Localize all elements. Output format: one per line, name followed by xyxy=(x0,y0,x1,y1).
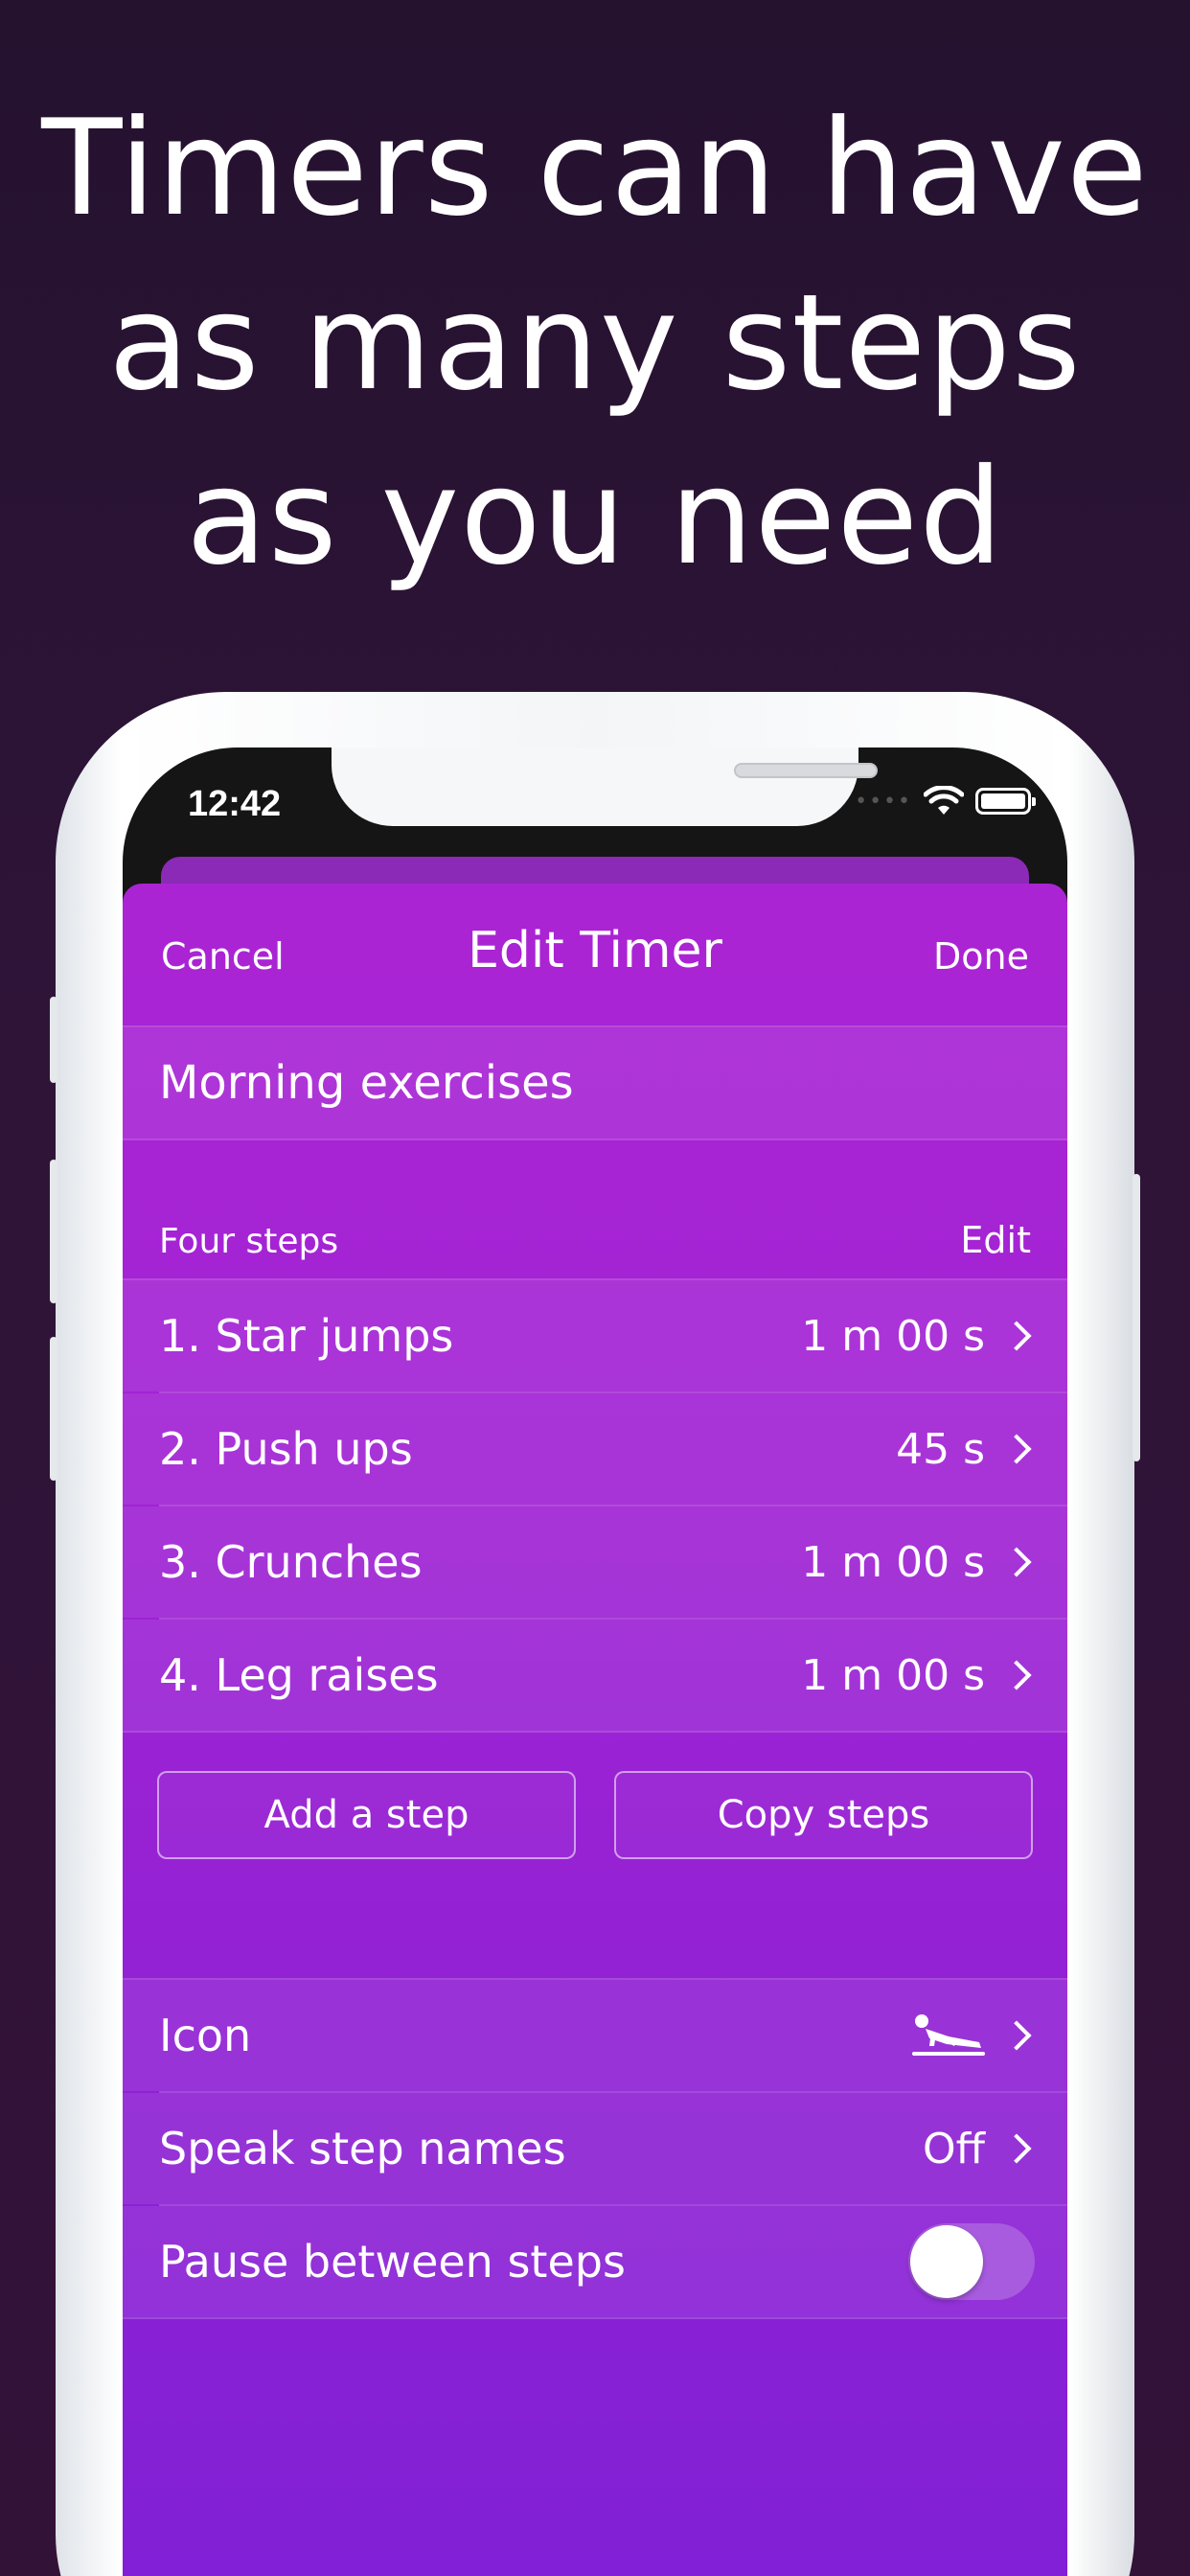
pause-between-steps-row: Pause between steps xyxy=(123,2206,1067,2317)
status-icons: •••• xyxy=(855,786,1036,816)
chevron-right-icon xyxy=(1001,1547,1032,1577)
toggle-knob xyxy=(910,2225,983,2298)
edit-timer-sheet: Cancel Edit Timer Done Morning exercises… xyxy=(123,884,1067,2576)
step-duration: 45 s xyxy=(896,1424,985,1474)
phone-screen: 12:42 •••• Cancel Edit Timer Done Mornin… xyxy=(123,748,1067,2576)
speak-step-names-row[interactable]: Speak step names Off xyxy=(123,2093,1067,2204)
phone-silent-switch xyxy=(50,997,57,1083)
step-actions: Add a step Copy steps xyxy=(123,1733,1067,1978)
headline: Timers can have as many steps as you nee… xyxy=(0,81,1190,605)
speak-step-names-value: Off xyxy=(923,2124,985,2174)
steps-section-header: Four steps Edit xyxy=(123,1140,1067,1278)
edit-steps-button[interactable]: Edit xyxy=(960,1219,1031,1261)
step-duration: 1 m 00 s xyxy=(801,1311,985,1361)
step-duration: 1 m 00 s xyxy=(801,1650,985,1700)
step-label: 4. Leg raises xyxy=(159,1649,439,1701)
icon-setting-label: Icon xyxy=(159,2010,252,2061)
status-time: 12:42 xyxy=(188,784,282,824)
step-row[interactable]: 3. Crunches 1 m 00 s xyxy=(123,1506,1067,1618)
icon-setting-row[interactable]: Icon xyxy=(123,1980,1067,2091)
speaker-grille xyxy=(734,763,878,778)
chevron-right-icon xyxy=(1001,1321,1032,1351)
push-up-icon xyxy=(912,2014,985,2056)
battery-icon xyxy=(975,788,1036,815)
nav-bar: Cancel Edit Timer Done xyxy=(123,884,1067,1025)
headline-line-1: Timers can have xyxy=(41,91,1149,245)
timer-name-value: Morning exercises xyxy=(159,1056,574,1110)
chevron-right-icon xyxy=(1001,1434,1032,1464)
step-row[interactable]: 1. Star jumps 1 m 00 s xyxy=(123,1280,1067,1392)
page-title: Edit Timer xyxy=(468,922,722,979)
phone-volume-down xyxy=(50,1337,57,1481)
copy-steps-button[interactable]: Copy steps xyxy=(614,1771,1033,1859)
wifi-icon xyxy=(924,786,964,815)
timer-name-field[interactable]: Morning exercises xyxy=(123,1027,1067,1138)
signal-icon: •••• xyxy=(855,789,912,814)
step-row[interactable]: 4. Leg raises 1 m 00 s xyxy=(123,1620,1067,1731)
done-button[interactable]: Done xyxy=(933,935,1029,978)
phone-volume-up xyxy=(50,1160,57,1303)
speak-step-names-label: Speak step names xyxy=(159,2123,566,2174)
steps-section-title: Four steps xyxy=(159,1222,339,1261)
pause-between-steps-toggle[interactable] xyxy=(908,2223,1035,2300)
chevron-right-icon xyxy=(1001,2133,1032,2164)
headline-line-3: as you need xyxy=(186,440,1004,594)
step-row[interactable]: 2. Push ups 45 s xyxy=(123,1393,1067,1505)
add-step-button[interactable]: Add a step xyxy=(157,1771,576,1859)
step-label: 3. Crunches xyxy=(159,1536,423,1588)
step-label: 2. Push ups xyxy=(159,1423,413,1475)
headline-line-2: as many steps xyxy=(108,265,1082,420)
chevron-right-icon xyxy=(1001,2020,1032,2051)
chevron-right-icon xyxy=(1001,1660,1032,1690)
step-label: 1. Star jumps xyxy=(159,1310,454,1362)
divider xyxy=(123,2317,1067,2319)
pause-between-steps-label: Pause between steps xyxy=(159,2236,626,2288)
step-duration: 1 m 00 s xyxy=(801,1537,985,1587)
notch xyxy=(332,748,878,826)
phone-power-button xyxy=(1133,1174,1140,1461)
